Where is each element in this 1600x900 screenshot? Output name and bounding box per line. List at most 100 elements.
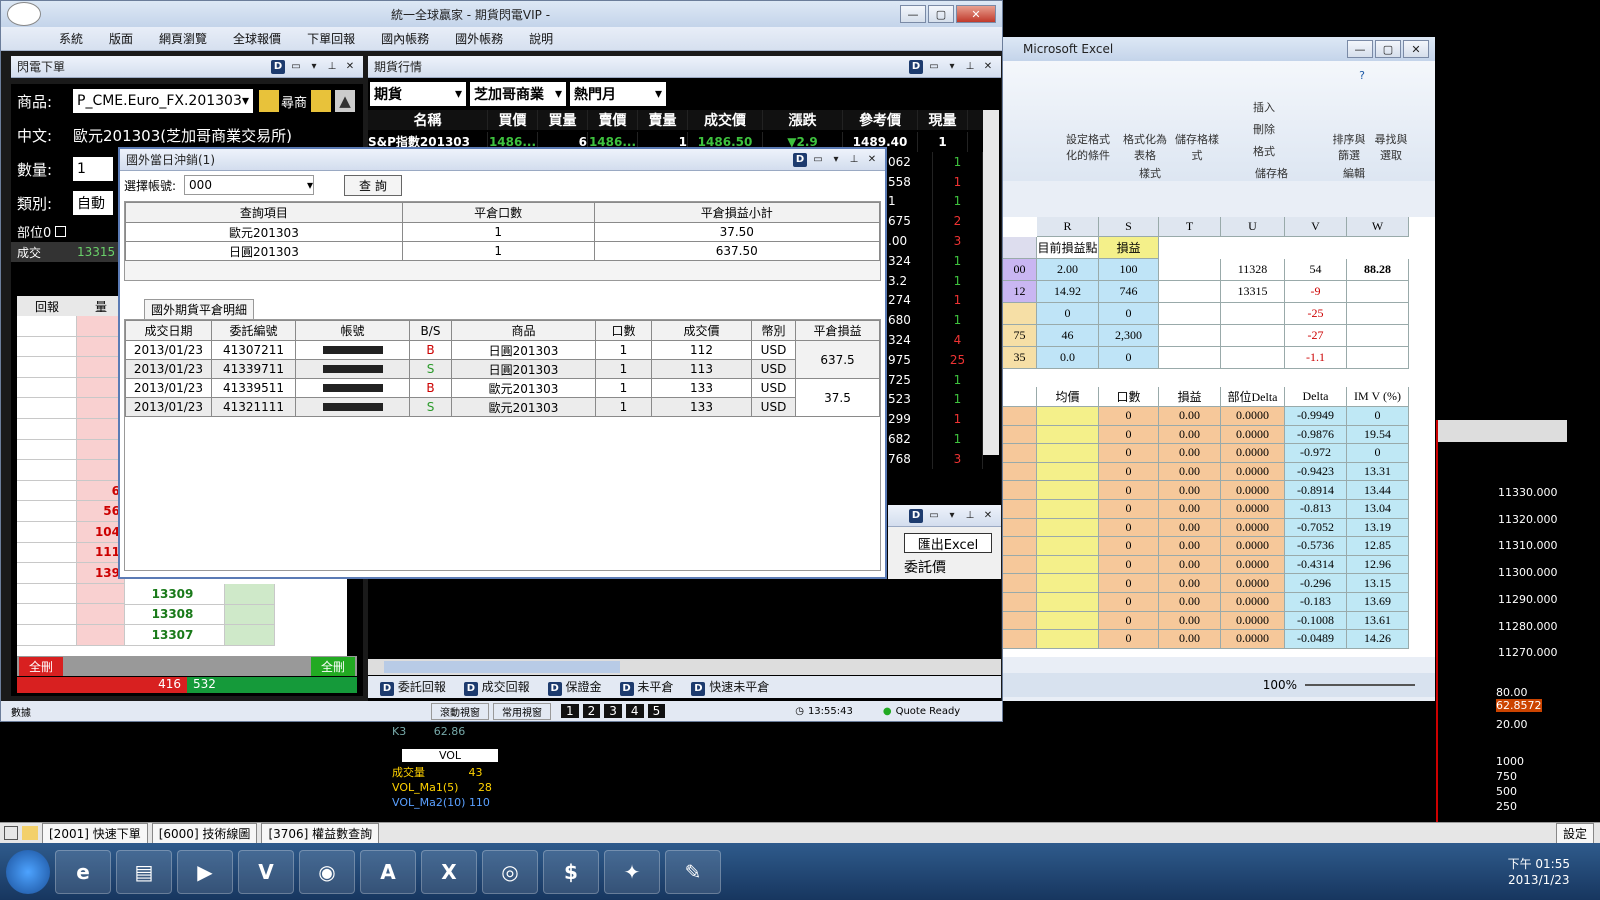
cell[interactable]: 0: [1099, 630, 1159, 649]
pdf-icon[interactable]: A: [360, 849, 416, 894]
cell[interactable]: 損益: [1159, 387, 1221, 407]
tab-open-position[interactable]: D 未平倉: [616, 678, 673, 696]
cell[interactable]: 46: [1037, 325, 1099, 347]
cell[interactable]: -0.296: [1285, 574, 1347, 593]
cell[interactable]: -0.5736: [1285, 537, 1347, 556]
quote-row[interactable]: 274 1: [888, 290, 983, 311]
dropdown-icon[interactable]: ▾: [307, 60, 321, 74]
cell[interactable]: 54: [1285, 259, 1347, 281]
excel-maximize-button[interactable]: ▢: [1375, 40, 1401, 58]
cell[interactable]: 0: [1099, 555, 1159, 575]
detail-col-account[interactable]: 帳號: [295, 320, 410, 341]
pin-icon[interactable]: ⊥: [963, 60, 977, 74]
delete-all-left-button[interactable]: 全刪: [19, 656, 64, 676]
col-last[interactable]: 成交價: [688, 110, 763, 130]
explorer-icon[interactable]: ▤: [116, 849, 172, 894]
search-product-label[interactable]: 尋商: [281, 92, 307, 111]
report-cell[interactable]: [17, 542, 77, 564]
ribbon-format-cond[interactable]: 設定格式化的條件: [1061, 131, 1115, 163]
up-icon[interactable]: ▲: [335, 90, 356, 112]
cell[interactable]: [1347, 303, 1409, 325]
quote-row[interactable]: 558 1: [888, 171, 983, 192]
cell[interactable]: 12.85: [1347, 537, 1409, 556]
report-cell[interactable]: [17, 624, 77, 646]
search-icon[interactable]: [311, 90, 332, 112]
cell[interactable]: 0.00: [1159, 630, 1221, 649]
ribbon-cell-style[interactable]: 儲存格樣式: [1175, 131, 1219, 163]
month-select[interactable]: 熱門月 ▾: [570, 82, 666, 106]
maximize-button[interactable]: ▢: [928, 5, 954, 23]
report-cell[interactable]: [17, 604, 77, 625]
cell[interactable]: [1159, 281, 1221, 303]
tab-order-report[interactable]: D 委託回報: [376, 678, 446, 696]
quote-row[interactable]: 975 25: [888, 349, 983, 370]
cell[interactable]: 0.0000: [1221, 537, 1285, 556]
minimize-button[interactable]: —: [900, 5, 926, 23]
cell[interactable]: -0.972: [1285, 444, 1347, 463]
price-cell[interactable]: 13307: [125, 625, 225, 646]
cell[interactable]: 19.54: [1347, 425, 1409, 445]
report-cell[interactable]: [17, 439, 77, 461]
cell[interactable]: 0: [1037, 303, 1099, 325]
col-name[interactable]: 名稱: [368, 110, 488, 130]
cell[interactable]: [1003, 555, 1037, 575]
product-select[interactable]: P_CME.Euro_FX.201303 ▾: [73, 89, 253, 113]
dock-icon[interactable]: ▭: [811, 153, 825, 167]
detail-col-id[interactable]: 委託編號: [211, 320, 296, 341]
cell[interactable]: [1003, 500, 1037, 519]
folder-icon[interactable]: [22, 826, 38, 840]
quote-row[interactable]: 680 1: [888, 310, 983, 331]
dock-icon[interactable]: ▭: [927, 509, 941, 523]
cell[interactable]: 損益: [1099, 237, 1159, 259]
app2-icon[interactable]: ✦: [604, 849, 660, 894]
cell[interactable]: 0.0000: [1221, 518, 1285, 538]
cell[interactable]: -0.9876: [1285, 425, 1347, 445]
d-icon[interactable]: D: [909, 508, 923, 523]
column-header[interactable]: V: [1285, 217, 1347, 237]
help-icon[interactable]: ?: [1359, 69, 1365, 82]
cell[interactable]: [1037, 555, 1099, 575]
table-row[interactable]: 歐元201303 1 37.50: [125, 222, 880, 242]
export-excel-button[interactable]: 匯出Excel: [904, 533, 992, 553]
cell[interactable]: [1003, 593, 1037, 612]
detail-tab[interactable]: 國外期貨平倉明細: [144, 299, 255, 319]
cell[interactable]: 12: [1003, 281, 1037, 303]
menu-global-quote[interactable]: 全球報價: [233, 30, 281, 47]
close-icon[interactable]: ✕: [343, 60, 357, 74]
col-vol[interactable]: 現量: [918, 110, 968, 130]
cell[interactable]: [1003, 630, 1037, 649]
exchange-select[interactable]: 芝加哥商業 ▾: [470, 82, 566, 106]
cell[interactable]: 2.00: [1037, 259, 1099, 281]
cell[interactable]: -27: [1285, 325, 1347, 347]
cell[interactable]: 0.00: [1159, 425, 1221, 445]
cell[interactable]: [1037, 481, 1099, 500]
cell[interactable]: [1003, 462, 1037, 482]
ribbon-format-table[interactable]: 格式化為表格: [1121, 131, 1169, 163]
paint-icon[interactable]: ✎: [665, 849, 721, 894]
dropdown-icon[interactable]: ▾: [945, 509, 959, 523]
col-bidq[interactable]: 買量: [538, 110, 588, 130]
col-ask[interactable]: 賣價: [588, 110, 638, 130]
cell[interactable]: 2,300: [1099, 325, 1159, 347]
price-cell[interactable]: 13308: [125, 604, 225, 626]
cell[interactable]: [1037, 574, 1099, 593]
cell[interactable]: 0.0000: [1221, 425, 1285, 445]
cell[interactable]: [1003, 444, 1037, 463]
report-cell[interactable]: [17, 563, 77, 584]
hscroll-thumb[interactable]: [384, 661, 620, 673]
menu-layout[interactable]: 版面: [109, 30, 133, 47]
cell[interactable]: 0: [1099, 425, 1159, 445]
cell[interactable]: [1221, 325, 1285, 347]
quote-row[interactable]: .00 3: [888, 231, 983, 251]
account-select[interactable]: 000 ▾: [184, 175, 315, 195]
cell[interactable]: 0: [1347, 444, 1409, 463]
cell[interactable]: Delta: [1285, 387, 1347, 407]
layout-2-button[interactable]: 2: [582, 704, 601, 718]
cell[interactable]: 0.00: [1159, 462, 1221, 482]
cell[interactable]: 0.0: [1037, 347, 1099, 369]
cell[interactable]: 0.0000: [1221, 611, 1285, 631]
cell[interactable]: [1159, 303, 1221, 325]
cell[interactable]: 0.00: [1159, 481, 1221, 500]
cell[interactable]: 0: [1099, 574, 1159, 593]
position-checkbox[interactable]: [55, 225, 67, 237]
